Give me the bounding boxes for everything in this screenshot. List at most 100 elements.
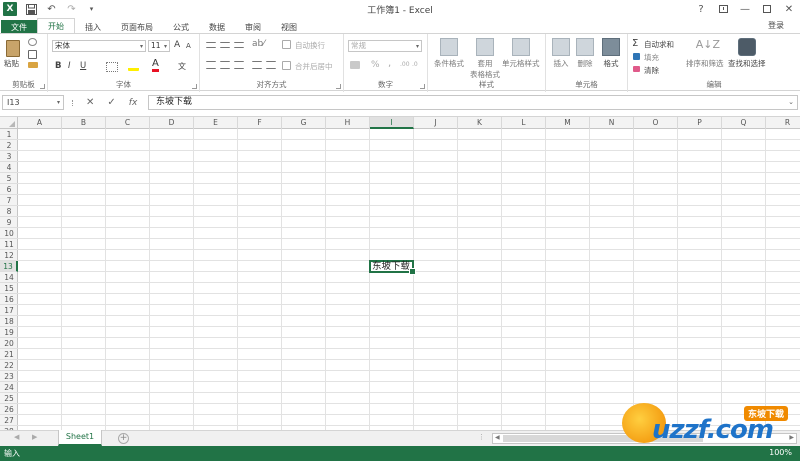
row-header[interactable]: 9 (0, 217, 18, 228)
phonetic-icon[interactable]: 文 (178, 61, 186, 72)
column-header[interactable]: B (62, 117, 106, 129)
grow-font-button[interactable]: A (174, 40, 180, 50)
shrink-font-button[interactable]: A (186, 42, 191, 50)
paste-button[interactable]: 粘贴 (4, 58, 19, 69)
wrap-text-button[interactable]: 自动换行 (295, 40, 325, 51)
font-size-combo[interactable]: 11 ▾ (148, 40, 170, 52)
column-header[interactable]: N (590, 117, 634, 129)
formula-input[interactable]: 东坡下载 ⌄ (148, 95, 798, 110)
format-cells-button[interactable]: 格式 (602, 38, 620, 69)
row-header[interactable]: 1 (0, 129, 18, 140)
tab-view[interactable]: 视图 (271, 20, 307, 34)
cell-area[interactable]: 东坡下载 (18, 129, 800, 430)
conditional-format-button[interactable]: 条件格式 (434, 38, 464, 69)
column-header[interactable]: J (414, 117, 458, 129)
row-header[interactable]: 10 (0, 228, 18, 239)
row-header[interactable]: 13 (0, 261, 18, 272)
row-header[interactable]: 26 (0, 404, 18, 415)
save-icon[interactable] (25, 3, 38, 16)
currency-icon[interactable] (350, 61, 360, 69)
column-header[interactable]: E (194, 117, 238, 129)
italic-button[interactable]: I (68, 61, 71, 71)
row-header[interactable]: 15 (0, 283, 18, 294)
cut-icon[interactable] (28, 38, 37, 46)
autosum-button[interactable]: 自动求和 (644, 39, 674, 50)
font-name-combo[interactable]: 宋体 ▾ (52, 40, 146, 52)
align-right-icon[interactable] (234, 61, 244, 69)
font-launcher-icon[interactable] (192, 84, 197, 89)
clear-button[interactable]: 清除 (644, 65, 659, 76)
row-header[interactable]: 22 (0, 360, 18, 371)
customize-qat-icon[interactable]: ▾ (85, 3, 98, 16)
row-header[interactable]: 6 (0, 184, 18, 195)
help-icon[interactable]: ? (690, 0, 712, 18)
row-header[interactable]: 23 (0, 371, 18, 382)
format-as-table-button[interactable]: 套用 表格格式 (470, 38, 500, 80)
number-launcher-icon[interactable] (420, 84, 425, 89)
underline-button[interactable]: U (80, 61, 86, 71)
column-header[interactable]: I (370, 117, 414, 129)
sort-filter-button[interactable]: A↓Z 排序和筛选 (686, 38, 724, 69)
row-header[interactable]: 18 (0, 316, 18, 327)
select-all-corner[interactable] (0, 117, 18, 129)
column-header[interactable]: F (238, 117, 282, 129)
decrease-indent-icon[interactable] (252, 61, 262, 69)
sign-in-link[interactable]: 登录 (768, 20, 784, 31)
column-header[interactable]: O (634, 117, 678, 129)
insert-cells-button[interactable]: 插入 (552, 38, 570, 69)
row-header[interactable]: 2 (0, 140, 18, 151)
active-cell[interactable]: 东坡下载 (369, 260, 416, 275)
row-header[interactable]: 4 (0, 162, 18, 173)
cancel-icon[interactable]: ✕ (86, 97, 94, 108)
delete-cells-button[interactable]: 删除 (576, 38, 594, 69)
row-header[interactable]: 14 (0, 272, 18, 283)
name-box[interactable]: I13 ▾ (2, 95, 64, 110)
add-sheet-button[interactable]: + (118, 433, 129, 444)
orientation-icon[interactable]: ab⁄ (252, 39, 265, 49)
tab-split-handle-icon[interactable]: ⋮ (478, 433, 485, 441)
borders-icon[interactable] (106, 62, 118, 72)
align-middle-icon[interactable] (220, 42, 230, 48)
align-bottom-icon[interactable] (234, 42, 244, 48)
tab-review[interactable]: 审阅 (235, 20, 271, 34)
row-header[interactable]: 20 (0, 338, 18, 349)
column-header[interactable]: K (458, 117, 502, 129)
insert-function-icon[interactable]: fx (129, 98, 138, 108)
format-painter-icon[interactable] (28, 62, 38, 68)
find-select-button[interactable]: 查找和选择 (728, 38, 766, 69)
tab-data[interactable]: 数据 (199, 20, 235, 34)
row-header[interactable]: 27 (0, 415, 18, 426)
cell-styles-button[interactable]: 单元格样式 (502, 38, 540, 69)
fill-color-icon[interactable] (128, 62, 139, 71)
tab-formulas[interactable]: 公式 (163, 20, 199, 34)
number-format-combo[interactable]: 常规 ▾ (348, 40, 422, 52)
column-header[interactable]: L (502, 117, 546, 129)
column-header[interactable]: G (282, 117, 326, 129)
ribbon-display-icon[interactable] (712, 0, 734, 18)
align-center-icon[interactable] (220, 61, 230, 69)
redo-icon[interactable]: ↷ (65, 3, 78, 16)
row-header[interactable]: 19 (0, 327, 18, 338)
font-color-button[interactable]: A (152, 59, 159, 72)
decrease-decimal-icon[interactable]: .0 (412, 61, 418, 68)
tab-home[interactable]: 开始 (37, 18, 75, 34)
next-sheet-icon[interactable]: ▶ (32, 433, 37, 441)
column-header[interactable]: H (326, 117, 370, 129)
bold-button[interactable]: B (55, 61, 61, 71)
align-top-icon[interactable] (206, 42, 216, 48)
increase-indent-icon[interactable] (266, 61, 276, 69)
sheet-tab-sheet1[interactable]: Sheet1 (58, 430, 102, 446)
percent-button[interactable]: % (371, 60, 380, 70)
row-header[interactable]: 3 (0, 151, 18, 162)
maximize-icon[interactable] (756, 0, 778, 18)
enter-icon[interactable]: ✓ (107, 97, 115, 108)
alignment-launcher-icon[interactable] (336, 84, 341, 89)
prev-sheet-icon[interactable]: ◀ (14, 433, 19, 441)
close-icon[interactable]: ✕ (778, 0, 800, 18)
row-header[interactable]: 25 (0, 393, 18, 404)
increase-decimal-icon[interactable]: .00 (400, 61, 410, 68)
column-header[interactable]: P (678, 117, 722, 129)
tab-insert[interactable]: 插入 (75, 20, 111, 34)
align-left-icon[interactable] (206, 61, 216, 69)
row-header[interactable]: 5 (0, 173, 18, 184)
